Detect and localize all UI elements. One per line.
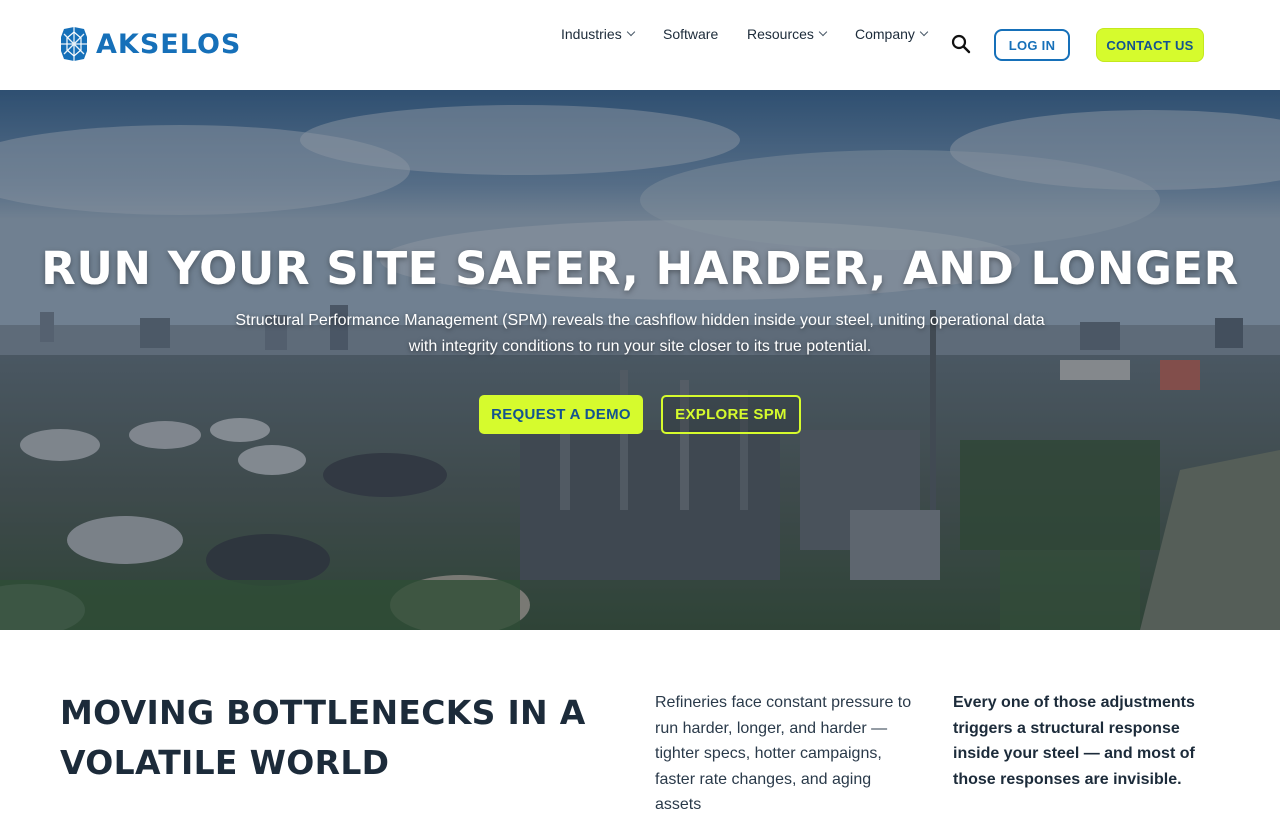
chevron-down-icon bbox=[919, 27, 929, 37]
request-demo-button[interactable]: REQUEST A DEMO bbox=[479, 395, 643, 434]
chevron-down-icon bbox=[626, 27, 635, 37]
section-paragraph-1: Refineries face constant pressure to run… bbox=[655, 694, 912, 814]
akselos-logo[interactable]: AKSELOS bbox=[60, 26, 241, 62]
nav-industries-label: Industries bbox=[561, 26, 622, 42]
nav-resources[interactable]: Resources bbox=[747, 26, 828, 42]
search-icon bbox=[951, 34, 971, 54]
hero-overlay bbox=[0, 90, 1280, 630]
hero-subtitle: Structural Performance Management (SPM) … bbox=[235, 312, 1045, 355]
nav-software-label: Software bbox=[663, 26, 719, 42]
nav-industries[interactable]: Industries bbox=[561, 26, 635, 42]
akselos-logo-mark-icon bbox=[61, 27, 87, 61]
login-button[interactable]: LOG IN bbox=[994, 29, 1070, 61]
contact-us-button[interactable]: CONTACT US bbox=[1096, 28, 1204, 62]
nav-company[interactable]: Company bbox=[855, 26, 929, 42]
chevron-down-icon bbox=[818, 27, 828, 37]
hero-title: RUN YOUR SITE SAFER, HARDER, AND LONGER bbox=[41, 242, 1239, 295]
section-title: MOVING BOTTLENECKS IN A VOLATILE WORLD bbox=[60, 693, 586, 782]
brand-name: AKSELOS bbox=[96, 28, 242, 60]
search-button[interactable] bbox=[951, 34, 971, 54]
section-paragraph-2: Every one of those adjustments triggers … bbox=[953, 694, 1195, 788]
nav-resources-label: Resources bbox=[747, 26, 814, 42]
nav-software[interactable]: Software bbox=[663, 26, 718, 42]
site-header: AKSELOS Industries Software Resources Co… bbox=[0, 0, 1280, 90]
explore-spm-button[interactable]: EXPLORE SPM bbox=[661, 395, 801, 434]
nav-company-label: Company bbox=[855, 26, 915, 42]
hero-section: RUN YOUR SITE SAFER, HARDER, AND LONGER … bbox=[0, 90, 1280, 630]
